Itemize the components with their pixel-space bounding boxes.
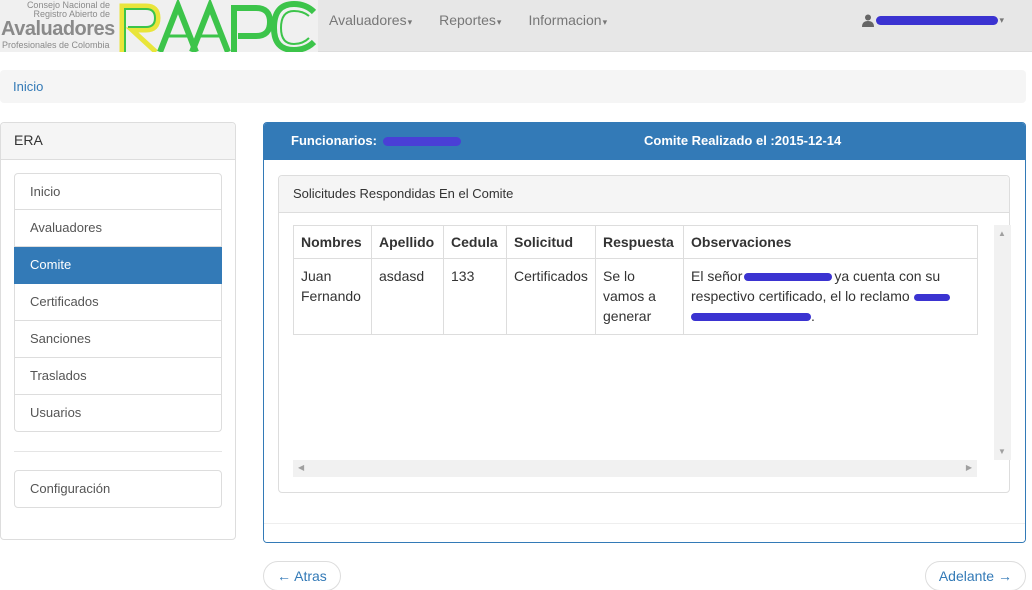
obs-redacted-name <box>744 273 833 282</box>
table-row: Juan Fernando asdasd 133 Certificados Se… <box>293 258 978 335</box>
col-header-cedula: Cedula <box>443 225 507 259</box>
sidebar-title: ERA <box>1 123 235 160</box>
comite-label: Comite Realizado el : <box>644 133 775 148</box>
comite-date-info: Comite Realizado el :2015-12-14 <box>644 123 841 159</box>
obs-text-1: El señor <box>691 268 743 284</box>
sidebar-item-avaluadores[interactable]: Avaluadores <box>14 210 222 247</box>
brand-name: Avaluadores <box>1 18 115 40</box>
brand-line-3: Profesionales de Colombia <box>2 40 110 50</box>
panel-footer <box>264 523 1025 542</box>
table-header-row: Nombres Apellido Cedula Solicitud Respue… <box>293 225 978 259</box>
cell-solicitud: Certificados <box>506 258 596 335</box>
brand-logo[interactable]: Consejo Nacional de Registro Abierto de … <box>0 0 318 52</box>
user-menu[interactable]: ▾ <box>862 0 1004 40</box>
sidebar-item-inicio[interactable]: Inicio <box>14 173 222 210</box>
menu-avaluadores-label: Avaluadores <box>329 12 407 28</box>
funcionarios-redacted <box>382 137 461 147</box>
funcionarios-label: Funcionarios: <box>291 133 377 148</box>
col-header-nombres: Nombres <box>293 225 372 259</box>
solicitudes-title: Solicitudes Respondidas En el Comite <box>279 176 1009 213</box>
panel-heading: Funcionarios: Comite Realizado el :2015-… <box>264 123 1025 160</box>
breadcrumb-home-link[interactable]: Inicio <box>13 79 43 94</box>
raapc-logo-graphic <box>119 0 317 52</box>
solicitudes-panel: Solicitudes Respondidas En el Comite Nom… <box>278 175 1011 493</box>
table-scroll-area[interactable]: Nombres Apellido Cedula Solicitud Respue… <box>293 225 1011 478</box>
cell-respuesta: Se lo vamos a generar <box>595 258 684 335</box>
sidebar-item-traslados[interactable]: Traslados <box>14 358 222 395</box>
col-header-apellido: Apellido <box>371 225 444 259</box>
menu-informacion-label: Informacion <box>528 12 602 28</box>
forward-button[interactable]: Adelante → <box>924 561 1026 590</box>
obs-redacted-detail <box>691 313 811 322</box>
scroll-up-icon[interactable]: ▲ <box>998 229 1006 238</box>
user-icon <box>862 14 875 27</box>
scroll-right-icon[interactable]: ▶ <box>966 463 972 472</box>
sidebar-divider <box>14 451 222 452</box>
scroll-left-icon[interactable]: ◀ <box>298 463 304 472</box>
sidebar-nav: Inicio Avaluadores Comite Certificados S… <box>14 173 222 432</box>
comite-panel: Funcionarios: Comite Realizado el :2015-… <box>263 122 1026 543</box>
chevron-down-icon: ▾ <box>407 17 413 27</box>
cell-cedula: 133 <box>443 258 507 335</box>
chevron-down-icon: ▾ <box>602 17 608 27</box>
menu-reportes-label: Reportes <box>439 12 496 28</box>
menu-avaluadores[interactable]: Avaluadores▾ <box>328 0 426 52</box>
obs-redacted-place <box>913 293 950 301</box>
sidebar-item-sanciones[interactable]: Sanciones <box>14 321 222 358</box>
sidebar-item-usuarios[interactable]: Usuarios <box>14 395 222 432</box>
sidebar-item-configuracion[interactable]: Configuración <box>14 470 222 508</box>
chevron-down-icon: ▾ <box>496 17 502 27</box>
scroll-down-icon[interactable]: ▼ <box>998 447 1006 456</box>
col-header-respuesta: Respuesta <box>595 225 684 259</box>
obs-text-3: . <box>811 308 815 324</box>
vertical-scrollbar[interactable]: ▲ ▼ <box>994 225 1011 460</box>
top-navbar: Consejo Nacional de Registro Abierto de … <box>0 0 1032 52</box>
sidebar-item-comite[interactable]: Comite <box>14 247 222 284</box>
main-menu: Avaluadores▾ Reportes▾ Informacion▾ <box>328 0 633 52</box>
horizontal-scrollbar[interactable]: ◀ ▶ <box>293 460 977 477</box>
comite-date: 2015-12-14 <box>774 133 842 148</box>
raapc-logo-mark <box>116 0 318 52</box>
col-header-solicitud: Solicitud <box>506 225 596 259</box>
cell-apellido: asdasd <box>371 258 444 335</box>
brand-text: Consejo Nacional de Registro Abierto de … <box>0 0 116 52</box>
menu-reportes[interactable]: Reportes▾ <box>438 0 515 52</box>
solicitudes-table: Nombres Apellido Cedula Solicitud Respue… <box>293 225 978 335</box>
chevron-down-icon: ▾ <box>999 14 1004 25</box>
funcionarios-info: Funcionarios: <box>291 123 461 159</box>
sidebar: ERA Inicio Avaluadores Comite Certificad… <box>0 122 236 540</box>
breadcrumb: Inicio <box>0 70 1026 103</box>
back-button[interactable]: ← Atras <box>263 561 341 590</box>
menu-informacion[interactable]: Informacion▾ <box>527 0 621 52</box>
user-name-redacted <box>876 15 999 25</box>
sidebar-item-certificados[interactable]: Certificados <box>14 284 222 321</box>
cell-observaciones: El señor ya cuenta con su respectivo cert… <box>683 258 978 335</box>
col-header-observaciones: Observaciones <box>683 225 978 259</box>
cell-nombres: Juan Fernando <box>293 258 372 335</box>
